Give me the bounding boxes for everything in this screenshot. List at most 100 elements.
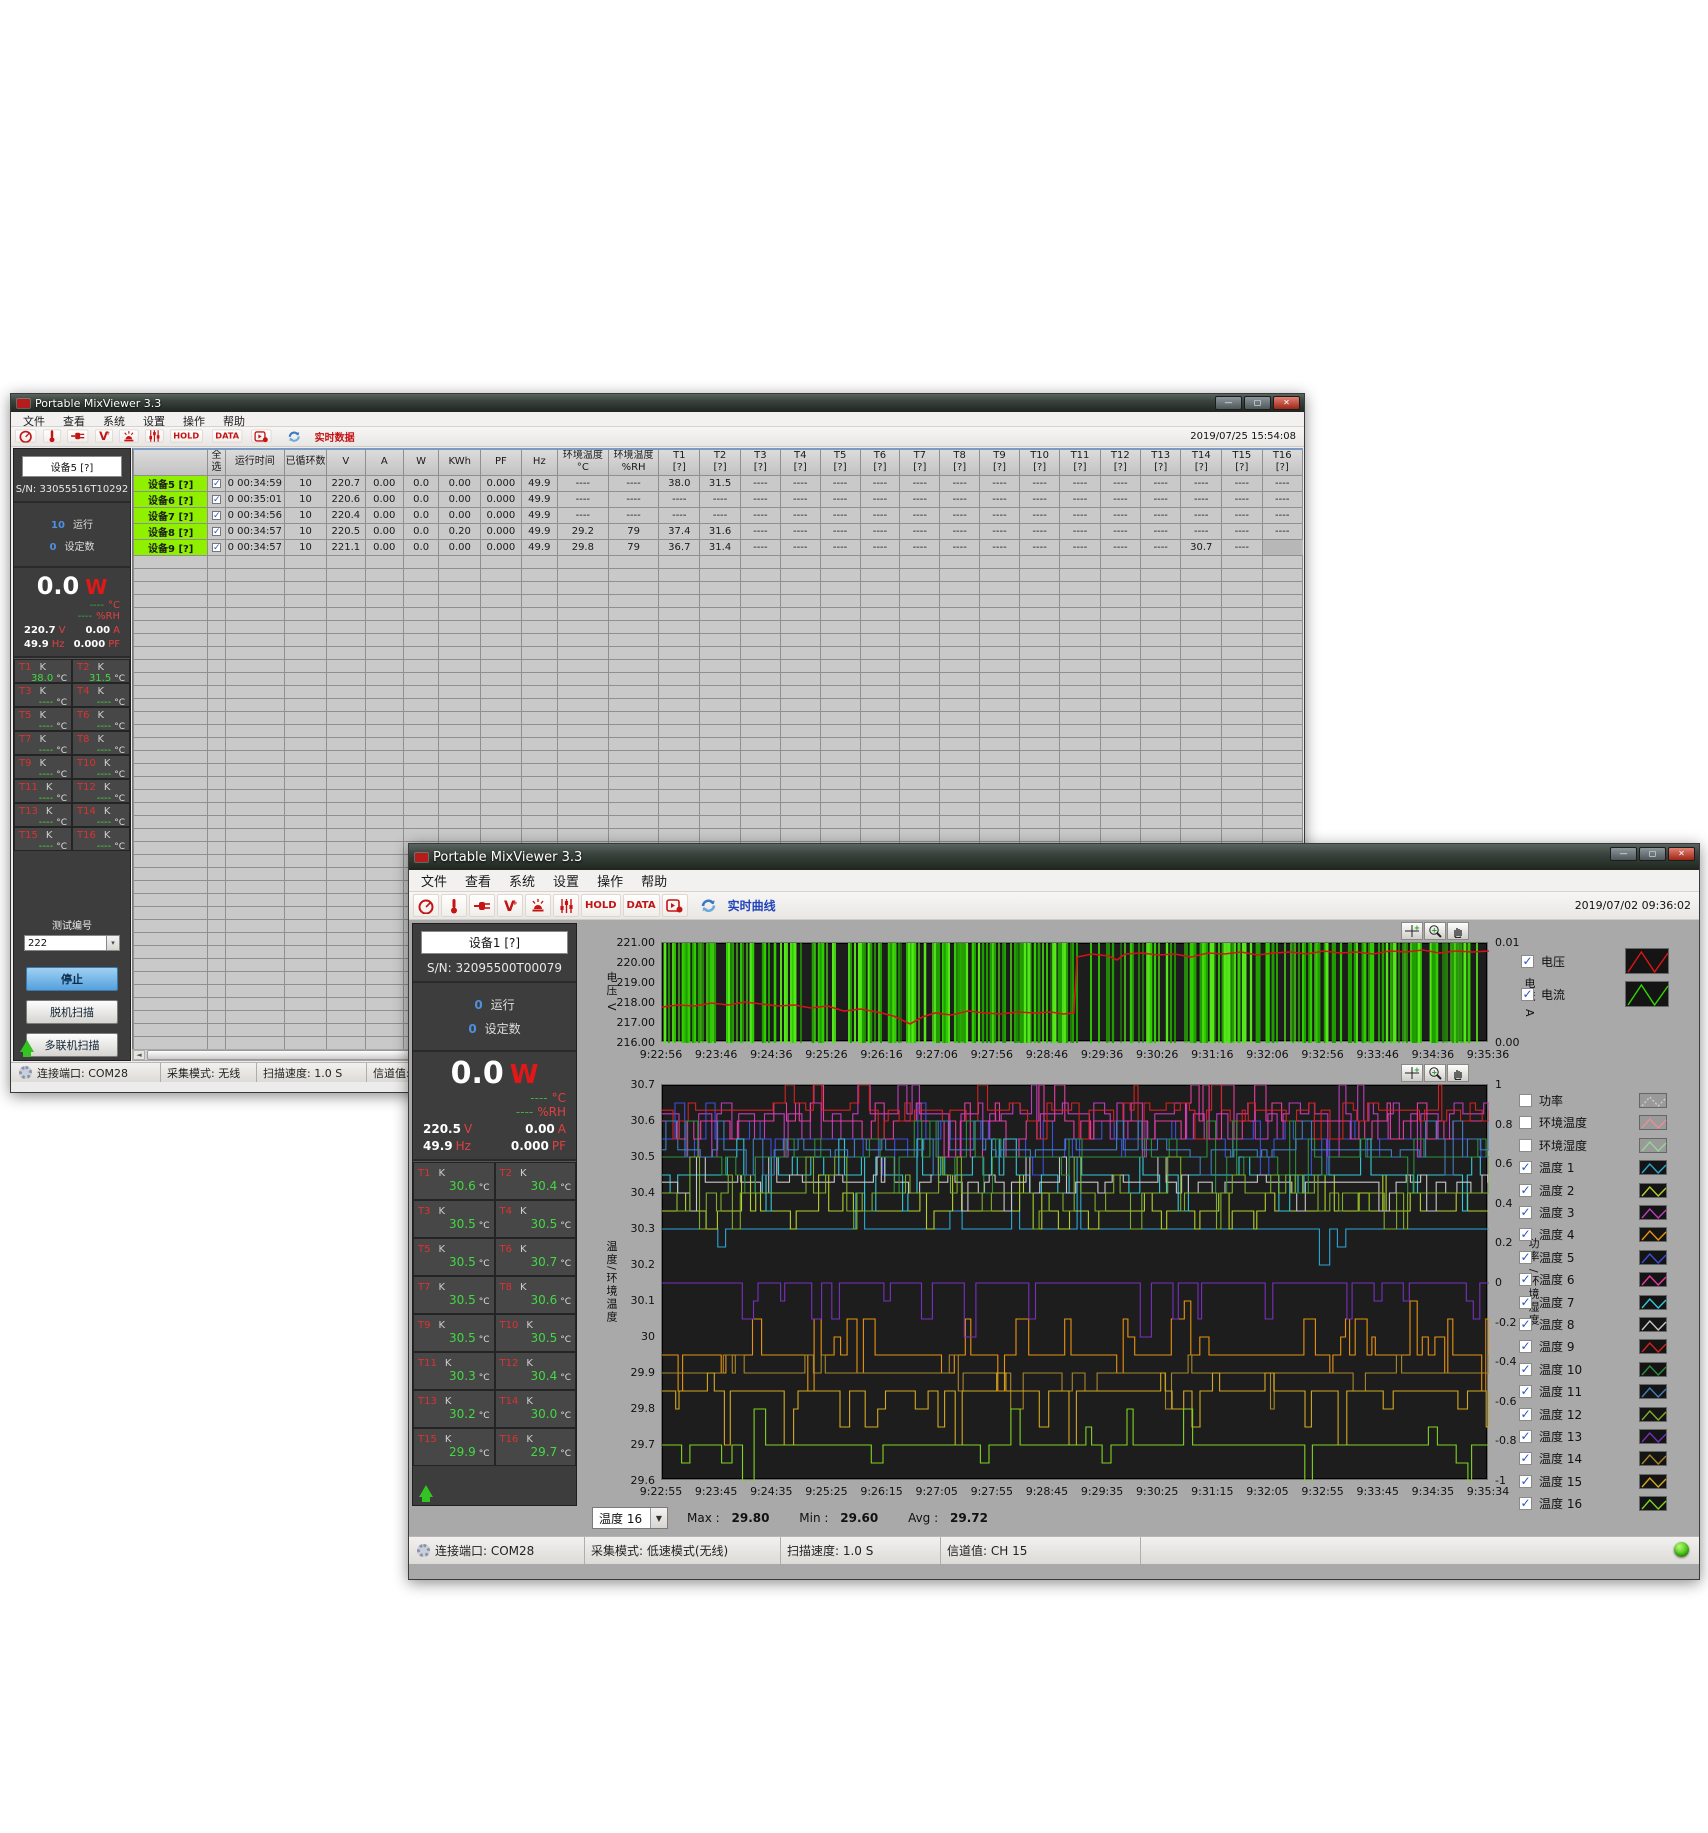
menu-item[interactable]: 操作 (175, 412, 213, 426)
minimize-button[interactable]: — (1215, 396, 1242, 410)
menu-item[interactable]: 文件 (15, 412, 53, 426)
column-header[interactable]: T11[?] (1060, 449, 1100, 475)
row-checkbox[interactable]: ✓ (212, 511, 221, 520)
scroll-up-arrow-icon[interactable] (419, 1485, 433, 1497)
data-button[interactable]: DATA (623, 894, 660, 917)
column-header[interactable]: T12[?] (1100, 449, 1140, 475)
column-header[interactable]: T5[?] (820, 449, 860, 475)
legend-checkbox[interactable]: ✓ (1521, 988, 1534, 1001)
legend-checkbox[interactable]: ✓ (1519, 1161, 1532, 1174)
column-header[interactable]: 全选 (208, 449, 225, 475)
column-header[interactable]: Hz (521, 449, 557, 475)
front-titlebar[interactable]: Portable MixViewer 3.3 — ▢ ✕ (409, 844, 1699, 870)
sliders-icon[interactable] (553, 894, 579, 917)
column-header[interactable]: 环境温度%RH (608, 449, 659, 475)
maximize-button[interactable]: ▢ (1244, 396, 1271, 410)
refresh-icon[interactable] (696, 894, 722, 917)
legend-温度 1-checkbox[interactable]: ✓温度 1 (1519, 1159, 1667, 1176)
column-header[interactable]: T15[?] (1222, 449, 1262, 475)
legend-checkbox[interactable]: ✓ (1519, 1251, 1532, 1264)
menu-item[interactable]: 帮助 (633, 870, 675, 891)
crosshair-icon-top[interactable]: + (1401, 922, 1423, 940)
close-button[interactable]: ✕ (1668, 847, 1695, 861)
table-row[interactable]: 设备6 [?]✓0 00:35:0110220.60.000.00.000.00… (134, 491, 1303, 507)
legend-温度 9-checkbox[interactable]: ✓温度 9 (1519, 1338, 1667, 1355)
test-number-input[interactable] (24, 935, 107, 951)
legend-checkbox[interactable] (1519, 1139, 1532, 1152)
legend-温度 5-checkbox[interactable]: ✓温度 5 (1519, 1249, 1667, 1266)
legend-checkbox[interactable]: ✓ (1519, 1340, 1532, 1353)
row-checkbox[interactable]: ✓ (212, 543, 221, 552)
column-header[interactable] (134, 449, 208, 475)
column-header[interactable]: 已循环数 (285, 449, 327, 475)
hold-button[interactable]: HOLD (581, 894, 621, 917)
refresh-icon[interactable] (284, 430, 305, 443)
zoom-icon-top[interactable]: + (1424, 922, 1446, 940)
close-button[interactable]: ✕ (1273, 396, 1300, 410)
legend-checkbox[interactable]: ✓ (1519, 1206, 1532, 1219)
menu-item[interactable]: 设置 (545, 870, 587, 891)
column-header[interactable]: T7[?] (900, 449, 940, 475)
legend-checkbox[interactable]: ✓ (1519, 1228, 1532, 1241)
legend-checkbox[interactable]: ✓ (1519, 1475, 1532, 1488)
temperature-plot[interactable] (661, 1084, 1488, 1480)
column-header[interactable]: T2[?] (700, 449, 741, 475)
voltage-icon[interactable]: V+ (95, 430, 113, 443)
legend-温度 6-checkbox[interactable]: ✓温度 6 (1519, 1271, 1667, 1288)
column-header[interactable]: T16[?] (1262, 449, 1303, 475)
pan-hand-icon-bottom[interactable] (1447, 1064, 1469, 1082)
legend-checkbox[interactable]: ✓ (1519, 1184, 1532, 1197)
multi-scan-button[interactable]: 多联机扫描 (26, 1033, 118, 1057)
column-header[interactable]: T10[?] (1019, 449, 1059, 475)
legend-温度 13-checkbox[interactable]: ✓温度 13 (1519, 1428, 1667, 1445)
menu-item[interactable]: 查看 (457, 870, 499, 891)
device-name-box[interactable]: 设备1 [?] (421, 931, 568, 954)
legend-温度 10-checkbox[interactable]: ✓温度 10 (1519, 1361, 1667, 1378)
legend-温度 7-checkbox[interactable]: ✓温度 7 (1519, 1294, 1667, 1311)
alarm-icon[interactable] (525, 894, 551, 917)
menu-item[interactable]: 操作 (589, 870, 631, 891)
back-titlebar[interactable]: Portable MixViewer 3.3 — ▢ ✕ (11, 394, 1304, 412)
legend-温度 11-checkbox[interactable]: ✓温度 11 (1519, 1383, 1667, 1400)
menu-item[interactable]: 文件 (413, 870, 455, 891)
legend-电流-checkbox[interactable]: ✓电流 (1521, 981, 1669, 1007)
column-header[interactable]: T3[?] (740, 449, 780, 475)
legend-功率-checkbox[interactable]: 功率 (1519, 1092, 1667, 1109)
legend-温度 3-checkbox[interactable]: ✓温度 3 (1519, 1204, 1667, 1221)
scroll-up-arrow-icon[interactable] (20, 1040, 34, 1052)
export-icon[interactable] (662, 894, 688, 917)
stop-button[interactable]: 停止 (26, 967, 118, 991)
gauge-icon[interactable] (413, 894, 439, 917)
legend-checkbox[interactable]: ✓ (1519, 1430, 1532, 1443)
column-header[interactable]: KWh (439, 449, 481, 475)
menu-item[interactable]: 系统 (501, 870, 543, 891)
column-header[interactable]: T14[?] (1181, 449, 1222, 475)
export-icon[interactable] (251, 430, 272, 443)
device-name-box[interactable]: 设备5 [?] (22, 456, 122, 477)
column-header[interactable]: PF (481, 449, 522, 475)
legend-环境湿度-checkbox[interactable]: 环境湿度 (1519, 1137, 1667, 1154)
plug-icon[interactable] (469, 894, 495, 917)
voltage-icon[interactable]: V+ (497, 894, 523, 917)
column-header[interactable]: T1[?] (659, 449, 700, 475)
legend-温度 4-checkbox[interactable]: ✓温度 4 (1519, 1226, 1667, 1243)
menu-item[interactable]: 系统 (95, 412, 133, 426)
legend-checkbox[interactable]: ✓ (1519, 1385, 1532, 1398)
legend-温度 12-checkbox[interactable]: ✓温度 12 (1519, 1406, 1667, 1423)
legend-checkbox[interactable] (1519, 1094, 1532, 1107)
legend-checkbox[interactable]: ✓ (1521, 955, 1534, 968)
table-row[interactable]: 设备8 [?]✓0 00:34:5710220.50.000.00.200.00… (134, 523, 1303, 539)
legend-温度 2-checkbox[interactable]: ✓温度 2 (1519, 1182, 1667, 1199)
data-button[interactable]: DATA (212, 430, 242, 443)
pan-hand-icon-top[interactable] (1447, 922, 1469, 940)
legend-checkbox[interactable]: ✓ (1519, 1363, 1532, 1376)
table-row[interactable]: 设备7 [?]✓0 00:34:5610220.40.000.00.000.00… (134, 507, 1303, 523)
crosshair-icon-bottom[interactable]: + (1401, 1064, 1423, 1082)
menu-item[interactable]: 设置 (135, 412, 173, 426)
legend-checkbox[interactable]: ✓ (1519, 1296, 1532, 1309)
minimize-button[interactable]: — (1610, 847, 1637, 861)
realtime-view-label[interactable]: 实时数据 (315, 429, 355, 444)
column-header[interactable]: V (326, 449, 365, 475)
row-checkbox[interactable]: ✓ (212, 495, 221, 504)
row-checkbox[interactable]: ✓ (212, 479, 221, 488)
